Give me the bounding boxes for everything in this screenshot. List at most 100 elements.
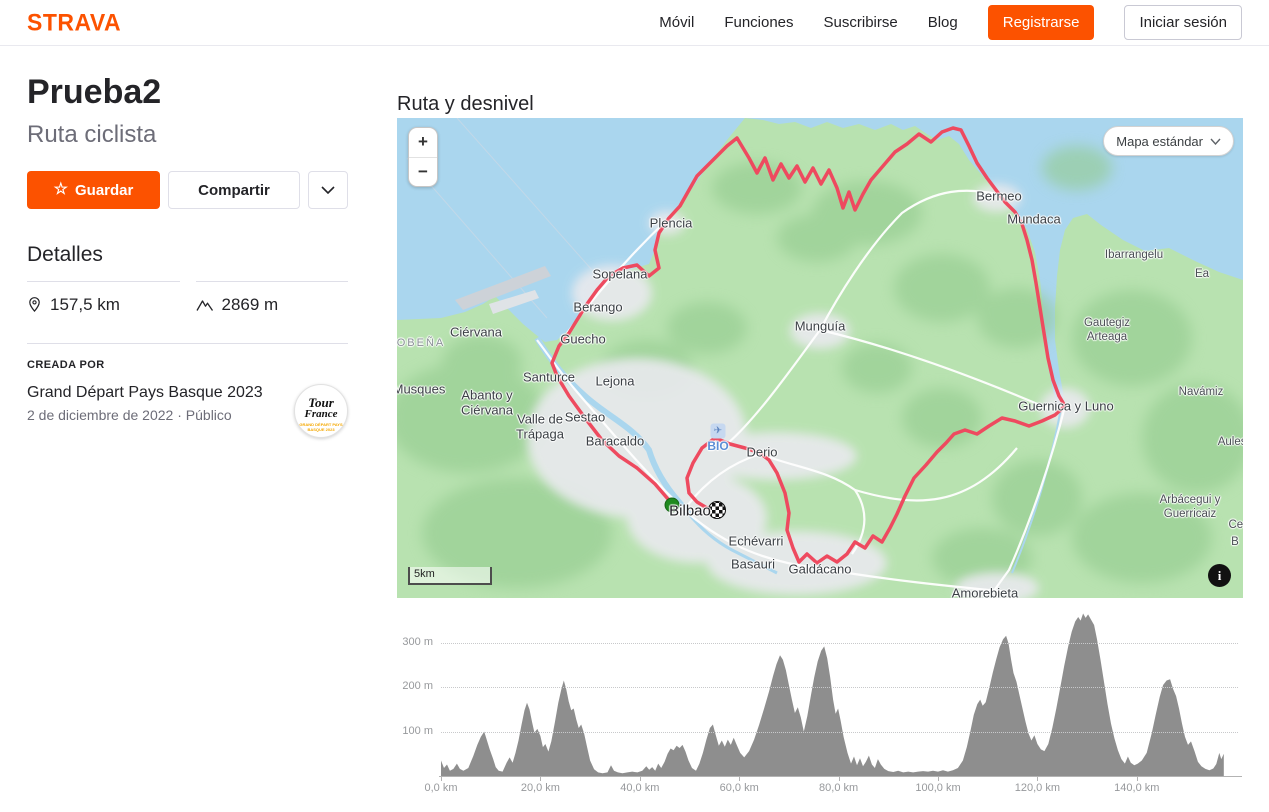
tdf-text: France <box>295 408 347 420</box>
elevation-value: 2869 m <box>222 295 279 315</box>
map-label: Derio <box>746 445 777 460</box>
x-axis-tick <box>839 776 840 781</box>
section-divider <box>27 343 348 344</box>
map-label: Bilbao <box>669 503 711 520</box>
nav-movil[interactable]: Móvil <box>659 14 694 31</box>
x-axis-label: 120,0 km <box>1015 782 1060 794</box>
more-options-button[interactable] <box>308 171 348 209</box>
route-map[interactable]: Bilbao Plencia Sopelana Berango Guecho Santur… <box>397 118 1243 598</box>
top-nav: STRAVA Móvil Funciones Suscribirse Blog … <box>0 0 1269 46</box>
map-zoom-control: + − <box>408 127 438 187</box>
strava-logo[interactable]: STRAVA <box>27 8 121 36</box>
x-axis-label: 60,0 km <box>720 782 759 794</box>
x-axis-label: 100,0 km <box>915 782 960 794</box>
map-label: Mundaca <box>1007 212 1060 227</box>
map-label: Sestao <box>565 410 605 425</box>
map-label: Arbácegui y <box>1160 494 1221 506</box>
map-label: Amorebieta <box>952 586 1018 599</box>
map-label: OBEÑA <box>397 337 445 349</box>
map-label: Musques <box>397 382 445 397</box>
created-by-label: CREADA POR <box>27 359 348 371</box>
x-axis-tick <box>441 776 442 781</box>
elevation-chart: 100 m200 m300 m0,0 km20,0 km40,0 km60,0 … <box>397 600 1247 810</box>
x-axis-tick <box>640 776 641 781</box>
y-axis-label: 300 m <box>397 636 433 648</box>
x-axis-label: 40,0 km <box>620 782 659 794</box>
elevation-profile <box>441 614 1224 777</box>
map-label: B <box>1231 536 1239 548</box>
map-label: Bermeo <box>976 189 1022 204</box>
x-axis-tick <box>938 776 939 781</box>
map-label: Basauri <box>731 557 775 572</box>
mountain-icon <box>196 298 214 312</box>
x-axis-tick <box>1037 776 1038 781</box>
map-label: Gautegiz <box>1084 317 1130 329</box>
map-scale-bar: 5km <box>408 567 492 585</box>
elevation-area-svg <box>441 608 1242 776</box>
map-style-selector[interactable]: Mapa estándar <box>1103 126 1234 156</box>
map-label: Cen <box>1228 519 1243 531</box>
gridline <box>441 643 1238 644</box>
x-axis-tick <box>739 776 740 781</box>
y-axis-label: 200 m <box>397 680 433 692</box>
distance-stat: 157,5 km <box>27 281 180 315</box>
creator-meta: 2 de diciembre de 2022 · Público <box>27 407 294 423</box>
map-label: Sopelana <box>593 267 648 282</box>
map-label: BIO <box>707 439 728 453</box>
map-label: Navámiz <box>1179 386 1224 398</box>
creator-row: Grand Départ Pays Basque 2023 2 de dicie… <box>27 384 348 438</box>
map-label: Santurce <box>523 370 575 385</box>
main-nav: Móvil Funciones Suscribirse Blog Registr… <box>659 5 1242 40</box>
map-label: Berango <box>573 300 622 315</box>
map-label: Galdácano <box>789 562 852 577</box>
x-axis-label: 20,0 km <box>521 782 560 794</box>
save-button[interactable]: ☆ Guardar <box>27 171 160 209</box>
map-label: Guerricaiz <box>1164 508 1216 520</box>
action-buttons: ☆ Guardar Compartir <box>27 171 348 209</box>
elevation-stat: 2869 m <box>196 281 349 315</box>
x-axis-label: 80,0 km <box>819 782 858 794</box>
register-button[interactable]: Registrarse <box>988 5 1095 40</box>
route-sidebar: Prueba2 Ruta ciclista ☆ Guardar Comparti… <box>27 74 348 438</box>
map-label: Ciérvana <box>450 325 502 340</box>
x-axis-tick <box>540 776 541 781</box>
zoom-out-button[interactable]: − <box>409 158 437 187</box>
map-label: Ciérvana <box>461 403 513 418</box>
map-label: Arteaga <box>1087 331 1127 343</box>
gridline <box>441 687 1238 688</box>
map-label: Lejona <box>595 374 634 389</box>
map-label: Ibarrangelu <box>1105 249 1163 261</box>
login-button[interactable]: Iniciar sesión <box>1124 5 1242 40</box>
x-axis-label: 0,0 km <box>424 782 457 794</box>
map-style-label: Mapa estándar <box>1116 134 1203 149</box>
map-label: Abanto y <box>461 388 512 403</box>
nav-blog[interactable]: Blog <box>928 14 958 31</box>
map-label: Guecho <box>560 332 606 347</box>
map-label: Munguía <box>795 319 846 334</box>
tour-de-france-badge[interactable]: Tour France GRAND DÉPART PAYS BASQUE 202… <box>294 384 348 438</box>
nav-suscribirse[interactable]: Suscribirse <box>824 14 898 31</box>
map-labels: Bilbao Plencia Sopelana Berango Guecho Santur… <box>397 118 1243 598</box>
route-stats: 157,5 km 2869 m <box>27 281 348 315</box>
map-info-button[interactable]: i <box>1208 564 1231 587</box>
details-heading: Detalles <box>27 243 348 267</box>
chevron-down-icon <box>321 186 335 194</box>
zoom-in-button[interactable]: + <box>409 128 437 158</box>
strava-route-page: STRAVA Móvil Funciones Suscribirse Blog … <box>0 0 1269 812</box>
map-label: Baracaldo <box>586 434 645 449</box>
creator-link[interactable]: Grand Départ Pays Basque 2023 <box>27 384 294 402</box>
elevation-plot[interactable] <box>441 608 1242 776</box>
map-section-heading: Ruta y desnivel <box>397 93 534 116</box>
nav-funciones[interactable]: Funciones <box>724 14 793 31</box>
share-button[interactable]: Compartir <box>168 171 300 209</box>
map-label: Guernica y Luno <box>1018 399 1113 414</box>
map-label: Plencia <box>650 216 693 231</box>
map-label: Trápaga <box>516 427 564 442</box>
map-label: Echévarri <box>729 534 784 549</box>
route-title: Prueba2 <box>27 74 348 111</box>
save-button-label: Guardar <box>75 182 133 199</box>
map-label: Ea <box>1195 268 1209 280</box>
airport-icon: ✈ <box>711 424 726 439</box>
x-axis-label: 140,0 km <box>1114 782 1159 794</box>
map-label: Valle de <box>517 412 563 427</box>
